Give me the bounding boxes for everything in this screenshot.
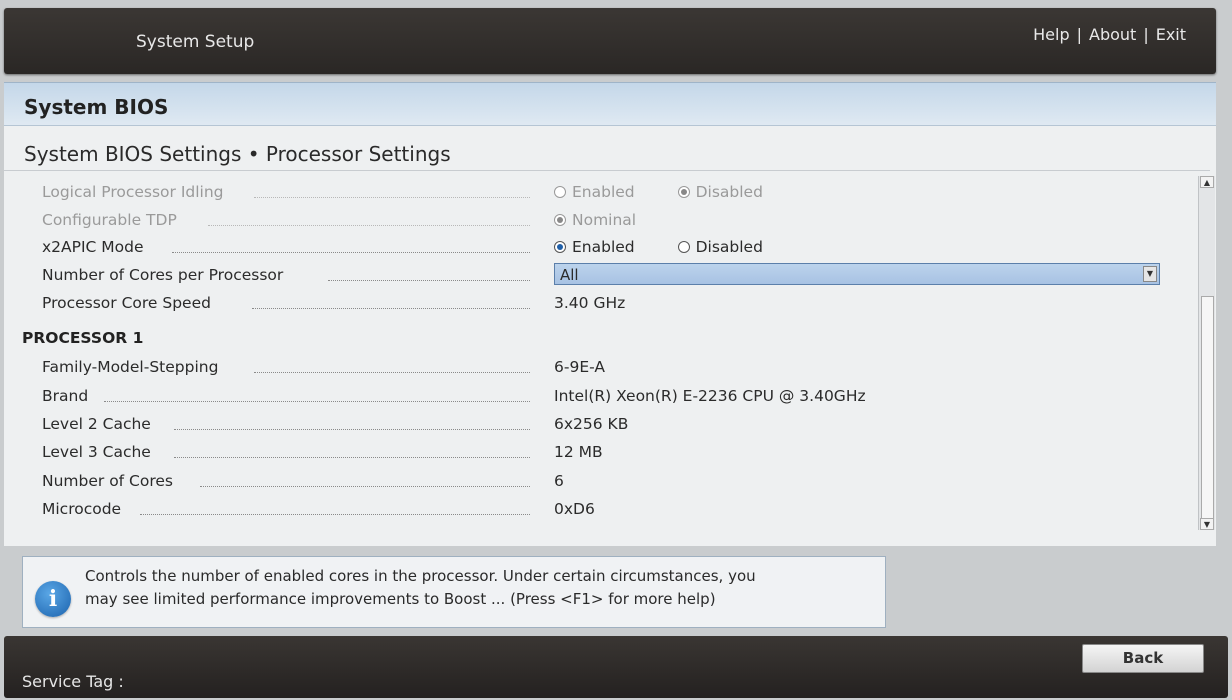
title-divider [4, 170, 1210, 171]
link-separator: | [1143, 25, 1149, 44]
about-link[interactable]: About [1089, 25, 1136, 44]
setting-cores-per-processor: Number of Cores per Processor All ▼ [4, 263, 1198, 289]
radio-circle-icon [554, 186, 566, 198]
info-row: Level 2 Cache 6x256 KB [4, 412, 1198, 438]
top-links: Help | About | Exit [1033, 25, 1186, 44]
settings-scrollbar[interactable]: ▲ ▼ [1198, 176, 1215, 530]
setting-value: 3.40 GHz [554, 294, 626, 312]
info-value: 6-9E-A [554, 358, 605, 376]
setting-core-speed: Processor Core Speed 3.40 GHz [4, 291, 1198, 317]
cores-per-processor-select[interactable]: All ▼ [554, 263, 1160, 285]
setting-logical-processor-idling: Logical Processor Idling Enabled Disable… [4, 180, 1198, 206]
chevron-down-icon[interactable]: ▼ [1143, 266, 1157, 282]
info-row: Level 3 Cache 12 MB [4, 440, 1198, 466]
radio-enabled[interactable]: Enabled [554, 235, 635, 259]
radio-disabled[interactable]: Disabled [677, 180, 763, 204]
help-box: i Controls the number of enabled cores i… [22, 556, 886, 628]
info-value: 0xD6 [554, 500, 595, 518]
scroll-thumb[interactable] [1201, 296, 1214, 522]
radio-enabled[interactable]: Enabled [554, 180, 635, 204]
info-label: Level 2 Cache [42, 415, 151, 433]
radio-selected-icon [554, 241, 566, 253]
radio-selected-icon [677, 186, 690, 198]
processor-1-heading: PROCESSOR 1 [22, 329, 144, 347]
info-label: Level 3 Cache [42, 443, 151, 461]
setting-label: Number of Cores per Processor [42, 266, 284, 284]
info-value: 6x256 KB [554, 415, 629, 433]
setting-label: Processor Core Speed [42, 294, 211, 312]
section-title: System BIOS [24, 95, 169, 119]
info-row: Microcode 0xD6 [4, 497, 1198, 523]
info-label: Number of Cores [42, 472, 174, 490]
setting-label: Logical Processor Idling [42, 183, 224, 201]
radio-circle-icon [677, 241, 690, 253]
radio-nominal[interactable]: Nominal [554, 208, 636, 232]
link-separator: | [1076, 25, 1082, 44]
setting-x2apic-mode: x2APIC Mode Enabled Disabled [4, 235, 1198, 261]
top-bar: System Setup Help | About | Exit [4, 8, 1216, 74]
radio-selected-icon [554, 214, 566, 226]
radio-group: Enabled Disabled [554, 180, 763, 205]
setting-label: Configurable TDP [42, 211, 177, 229]
info-label: Brand [42, 387, 89, 405]
info-value: 12 MB [554, 443, 603, 461]
back-button[interactable]: Back [1082, 644, 1204, 673]
info-value: Intel(R) Xeon(R) E-2236 CPU @ 3.40GHz [554, 387, 866, 405]
exit-link[interactable]: Exit [1156, 25, 1186, 44]
radio-group: Enabled Disabled [554, 235, 763, 260]
info-label: Microcode [42, 500, 122, 518]
info-value: 6 [554, 472, 564, 490]
section-header: System BIOS [4, 82, 1216, 126]
help-link[interactable]: Help [1033, 25, 1069, 44]
page-title: System BIOS Settings • Processor Setting… [24, 142, 451, 166]
app-title: System Setup [136, 32, 255, 52]
help-line: may see limited performance improvements… [85, 590, 716, 608]
info-icon: i [35, 581, 71, 617]
footer-bar: Service Tag : Back [4, 636, 1228, 698]
scroll-down-icon[interactable]: ▼ [1200, 518, 1214, 530]
radio-group: Nominal [554, 208, 636, 233]
info-row: Brand Intel(R) Xeon(R) E-2236 CPU @ 3.40… [4, 384, 1198, 410]
radio-disabled[interactable]: Disabled [677, 235, 763, 259]
setting-configurable-tdp: Configurable TDP Nominal [4, 208, 1198, 234]
main-panel: System BIOS System BIOS Settings • Proce… [4, 82, 1216, 546]
setting-label: x2APIC Mode [42, 238, 144, 256]
service-tag-label: Service Tag : [22, 672, 124, 691]
help-message: Controls the number of enabled cores in … [85, 565, 875, 611]
select-value: All [560, 266, 579, 284]
settings-list: Logical Processor Idling Enabled Disable… [4, 172, 1198, 528]
info-label: Family-Model-Stepping [42, 358, 219, 376]
info-row: Number of Cores 6 [4, 469, 1198, 495]
help-line: Controls the number of enabled cores in … [85, 567, 756, 585]
scroll-up-icon[interactable]: ▲ [1200, 176, 1214, 188]
info-row: Family-Model-Stepping 6-9E-A [4, 355, 1198, 381]
